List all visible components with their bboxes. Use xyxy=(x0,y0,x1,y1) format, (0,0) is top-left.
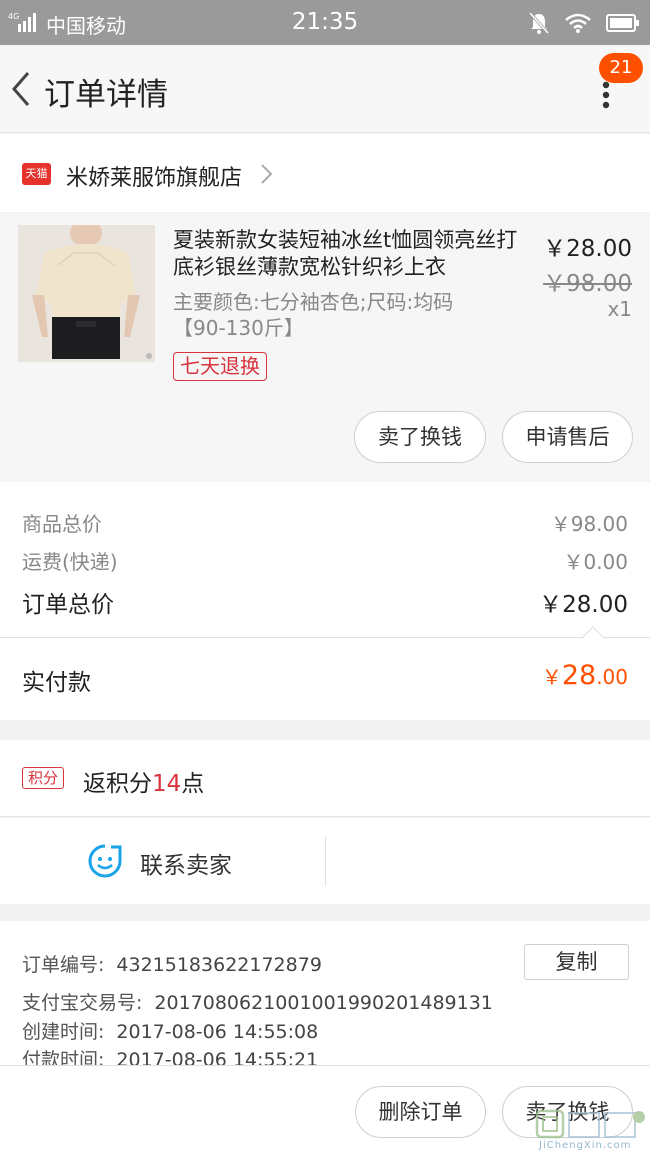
order-item: 夏装新款女装短袖冰丝t恤圆领亮丝打底衫银丝薄款宽松针织衫上衣 主要颜色:七分袖杏… xyxy=(0,213,650,481)
contact-divider xyxy=(325,836,326,886)
status-bar: 4G 中国移动 21:35 xyxy=(0,0,650,45)
created-time-row: 创建时间: 2017-08-06 14:55:08 xyxy=(22,1017,318,1044)
page-title: 订单详情 xyxy=(44,77,168,113)
actual-payment-label: 实付款 xyxy=(22,670,91,696)
paid-time-label: 付款时间: xyxy=(22,1049,105,1065)
product-original-price: ￥98.00 xyxy=(543,271,632,297)
sell-for-cash-button[interactable]: 卖了换钱 xyxy=(354,411,486,463)
smiley-chat-icon xyxy=(88,844,122,878)
shipping-value: ￥0.00 xyxy=(563,550,628,574)
goods-total-label: 商品总价 xyxy=(22,512,102,536)
contact-seller-label: 联系卖家 xyxy=(140,853,232,879)
return-policy-tag: 七天退换 xyxy=(173,352,267,381)
product-price: ￥28.00 xyxy=(543,236,632,262)
shop-name[interactable]: 米娇莱服饰旗舰店 xyxy=(66,160,242,192)
delete-order-button[interactable]: 删除订单 xyxy=(355,1086,486,1138)
wifi-icon xyxy=(565,13,591,33)
points-amount: 14 xyxy=(152,771,182,797)
shop-row[interactable]: 天猫 米娇莱服饰旗舰店 xyxy=(0,134,650,212)
paid-time-value: 2017-08-06 14:55:21 xyxy=(116,1049,319,1065)
created-time-label: 创建时间: xyxy=(22,1021,105,1043)
price-summary: 商品总价 ￥98.00 运费(快递) ￥0.00 订单总价 ￥28.00 xyxy=(0,482,650,637)
alipay-row: 支付宝交易号: 20170806210010019902014891​31 xyxy=(22,988,493,1015)
paid-time-row: 付款时间: 2017-08-06 14:55:21 xyxy=(22,1045,318,1065)
after-sales-button[interactable]: 申请售后 xyxy=(502,411,633,463)
product-sku: 主要颜色:七分袖杏色;尺码:均码【90-130斤】 xyxy=(173,290,454,340)
order-total-label: 订单总价 xyxy=(22,592,114,618)
alipay-value: 20170806210010019902014891​31 xyxy=(154,992,493,1014)
points-suffix: 点 xyxy=(181,771,205,797)
mute-bell-icon xyxy=(528,11,550,35)
chevron-right-icon xyxy=(261,164,273,184)
order-number-label: 订单编号: xyxy=(22,954,105,976)
product-title[interactable]: 夏装新款女装短袖冰丝t恤圆领亮丝打底衫银丝薄款宽松针织衫上衣 xyxy=(173,227,533,281)
contact-seller-button[interactable]: 联系卖家 xyxy=(0,818,326,904)
created-time-value: 2017-08-06 14:55:08 xyxy=(116,1021,319,1043)
contact-bar: 联系卖家 xyxy=(0,818,650,904)
order-total-value: ￥28.00 xyxy=(539,592,628,618)
battery-icon xyxy=(606,14,639,32)
notification-badge: 21 xyxy=(599,53,643,83)
caret-up-icon xyxy=(581,626,605,639)
payment-integer: 28 xyxy=(561,660,597,691)
copy-button[interactable]: 复制 xyxy=(524,944,629,980)
payment-currency: ￥ xyxy=(541,665,562,689)
points-prefix: 返积分 xyxy=(83,771,152,797)
bottom-action-bar: 删除订单 卖了换钱 xyxy=(0,1065,650,1155)
points-text: 返积分14点 xyxy=(83,764,204,798)
actual-payment-amount: ￥28.00 xyxy=(542,660,628,691)
payment-decimal: .00 xyxy=(596,665,628,689)
points-row: 积分 返积分14点 xyxy=(0,740,650,817)
actual-payment-row: 实付款 ￥28.00 xyxy=(0,626,650,720)
header-bar: 订单详情 21 xyxy=(0,45,650,133)
order-number-value: 43215183622172879 xyxy=(116,954,322,976)
product-image[interactable] xyxy=(18,225,155,362)
back-arrow-icon[interactable] xyxy=(8,69,38,109)
order-number-row: 订单编号: 43215183622172879 xyxy=(22,950,322,977)
tmall-badge: 天猫 xyxy=(22,163,51,185)
points-badge: 积分 xyxy=(22,767,64,789)
sell-for-cash-button-bottom[interactable]: 卖了换钱 xyxy=(502,1086,633,1138)
status-icons xyxy=(528,9,640,37)
order-info: 订单编号: 43215183622172879 复制 支付宝交易号: 2017080… xyxy=(0,921,650,1065)
product-quantity: x1 xyxy=(607,297,632,321)
shipping-label: 运费(快递) xyxy=(22,550,118,574)
alipay-label: 支付宝交易号: xyxy=(22,992,143,1014)
goods-total-value: ￥98.00 xyxy=(550,512,628,536)
